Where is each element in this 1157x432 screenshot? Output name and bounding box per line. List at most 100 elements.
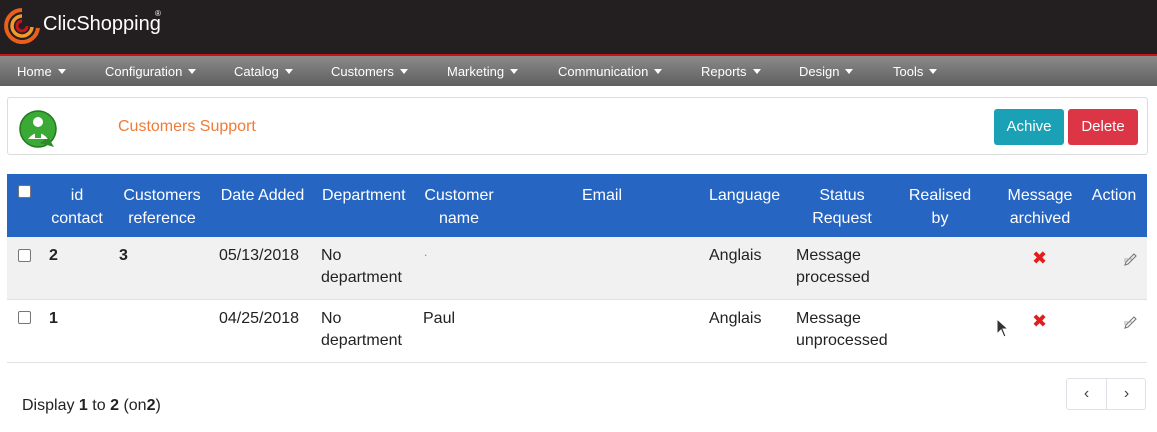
header-line: Message [1007, 187, 1073, 204]
cell-line: No [321, 310, 342, 327]
menu-item-marketing[interactable]: Marketing [447, 56, 519, 86]
column-header-id-contact[interactable]: id contact [47, 184, 107, 230]
row-checkbox[interactable] [18, 249, 31, 262]
column-header-department[interactable]: Department [322, 184, 406, 207]
top-bar: ClicShopping ® [0, 0, 1157, 54]
menu-item-design[interactable]: Design [799, 56, 854, 86]
header-line: id [70, 187, 84, 204]
header-line: archived [1009, 210, 1071, 227]
menu-item-home[interactable]: Home [17, 56, 66, 86]
menu-item-label: Design [799, 64, 840, 79]
header-line: Request [812, 210, 872, 227]
page-header-panel: Customers Support Achive Delete [7, 97, 1148, 155]
menu-item-label: Communication [558, 64, 649, 79]
header-line: reference [128, 210, 196, 227]
summary-text: (on [123, 397, 147, 414]
menu-item-label: Reports [701, 64, 747, 79]
cell-date-added: 04/25/2018 [219, 310, 300, 327]
header-line: name [438, 210, 480, 227]
menu-item-label: Catalog [234, 64, 279, 79]
column-header-realised-by[interactable]: Realised by [903, 184, 977, 230]
menu-item-label: Tools [893, 64, 924, 79]
menu-item-customers[interactable]: Customers [331, 56, 408, 86]
column-header-date-added[interactable]: Date Added [215, 184, 310, 207]
not-archived-x-icon: ✖ [1032, 311, 1048, 331]
not-archived-x-icon: ✖ [1032, 248, 1048, 268]
caret-down-icon [57, 69, 66, 74]
cell-line: department [321, 269, 402, 286]
next-page-button[interactable]: › [1107, 379, 1146, 409]
cell-status-request: Message processed [796, 245, 870, 289]
registered-mark: ® [155, 9, 161, 18]
clicshopping-logo-icon[interactable] [2, 6, 42, 46]
customer-support-icon [19, 110, 57, 148]
cell-date-added: 05/13/2018 [219, 247, 300, 264]
caret-down-icon [845, 69, 854, 74]
summary-text: Display [22, 397, 75, 414]
caret-down-icon [654, 69, 663, 74]
cell-id-contact[interactable]: 1 [49, 308, 58, 330]
pagination: ‹ › [1066, 378, 1146, 410]
select-all-checkbox[interactable] [18, 185, 31, 198]
cell-id-contact[interactable]: 2 [49, 245, 58, 267]
pagination-summary: Display 1 to 2 (on2) [22, 397, 161, 415]
column-header-customer-name[interactable]: Customer name [419, 184, 499, 230]
column-header-language[interactable]: Language [709, 184, 780, 207]
header-line: Customers [123, 187, 201, 204]
cell-department: No department [321, 245, 402, 289]
cell-line: unprocessed [796, 332, 888, 349]
column-header-message-archived[interactable]: Message archived [1002, 184, 1078, 230]
column-header-status-request[interactable]: Status Request [802, 184, 882, 230]
cell-line: Message [796, 247, 861, 264]
edit-icon[interactable] [1123, 250, 1139, 266]
cell-customer-name: . [424, 245, 428, 259]
table-header: id contact Customers reference Date Added … [7, 174, 1147, 237]
summary-text: to [92, 397, 106, 414]
column-header-customers-reference[interactable]: Customers reference [119, 184, 205, 230]
cell-department: No department [321, 308, 402, 352]
header-line: Status [819, 187, 865, 204]
summary-text: ) [155, 397, 161, 414]
row-checkbox[interactable] [18, 311, 31, 324]
cell-customers-reference: 3 [119, 247, 128, 264]
archive-button[interactable]: Achive [994, 109, 1064, 145]
cell-line: Message [796, 310, 861, 327]
menu-item-tools[interactable]: Tools [893, 56, 938, 86]
cell-line: processed [796, 269, 870, 286]
menu-item-label: Configuration [105, 64, 183, 79]
menu-item-communication[interactable]: Communication [558, 56, 663, 86]
summary-from: 1 [78, 397, 88, 414]
summary-to: 2 [110, 397, 119, 414]
menu-item-catalog[interactable]: Catalog [234, 56, 293, 86]
mouse-cursor-icon [996, 318, 1008, 338]
column-header-action: Action [1091, 187, 1137, 204]
menu-item-reports[interactable]: Reports [701, 56, 761, 86]
column-header-email[interactable]: Email [567, 184, 637, 207]
menu-item-label: Marketing [447, 64, 505, 79]
edit-icon[interactable] [1123, 313, 1139, 329]
menu-item-configuration[interactable]: Configuration [105, 56, 197, 86]
caret-down-icon [929, 69, 938, 74]
header-line: Customer [424, 187, 494, 204]
header-line: by [931, 210, 949, 227]
caret-down-icon [284, 69, 293, 74]
caret-down-icon [188, 69, 197, 74]
cell-language: Anglais [709, 247, 762, 264]
caret-down-icon [399, 69, 408, 74]
header-line: contact [51, 210, 103, 227]
brand-name[interactable]: ClicShopping [43, 13, 161, 36]
table-row: 1 04/25/2018 No department Paul Anglais M… [7, 300, 1147, 363]
cell-status-request: Message unprocessed [796, 308, 888, 352]
menu-item-label: Customers [331, 64, 394, 79]
cell-language: Anglais [709, 310, 762, 327]
delete-button[interactable]: Delete [1068, 109, 1138, 145]
cell-line: department [321, 332, 402, 349]
cell-customer-name: Paul [423, 310, 456, 327]
menu-item-label: Home [17, 64, 52, 79]
main-menu: Home Configuration Catalog Customers Mar… [0, 56, 1157, 86]
cell-line: No [321, 247, 342, 264]
caret-down-icon [752, 69, 761, 74]
page-title: Customers Support [118, 118, 256, 135]
previous-page-button[interactable]: ‹ [1067, 379, 1107, 409]
header-line: Realised [908, 187, 972, 204]
